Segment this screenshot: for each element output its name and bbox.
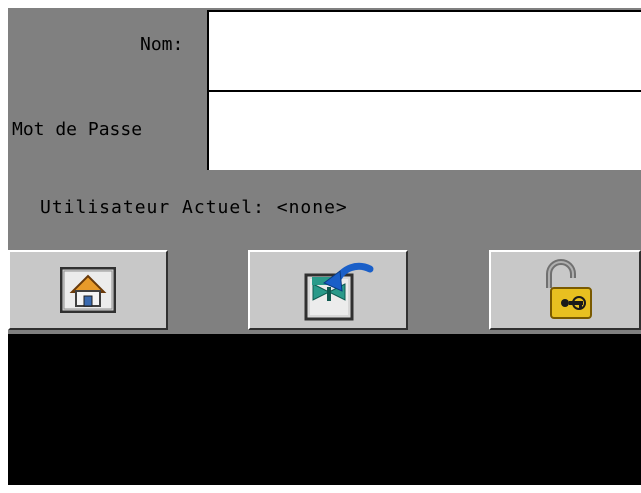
- current-user-value: <none>: [276, 197, 348, 218]
- current-user-label: Utilisateur Actuel:: [40, 197, 265, 218]
- current-user-line: Utilisateur Actuel: <none>: [40, 198, 348, 218]
- home-button[interactable]: [8, 250, 168, 330]
- footer-area: [8, 334, 641, 485]
- logout-arrow-icon: [278, 259, 378, 321]
- name-label: Nom:: [140, 34, 184, 55]
- logout-button[interactable]: [248, 250, 408, 330]
- password-label: Mot de Passe: [12, 119, 143, 140]
- home-icon: [59, 266, 117, 314]
- password-field[interactable]: [207, 90, 641, 170]
- unlock-button[interactable]: [489, 250, 641, 330]
- name-field[interactable]: [207, 10, 641, 90]
- unlock-icon: [527, 258, 603, 322]
- login-screen: Nom: Mot de Passe Utilisateur Actuel: <n…: [8, 8, 641, 485]
